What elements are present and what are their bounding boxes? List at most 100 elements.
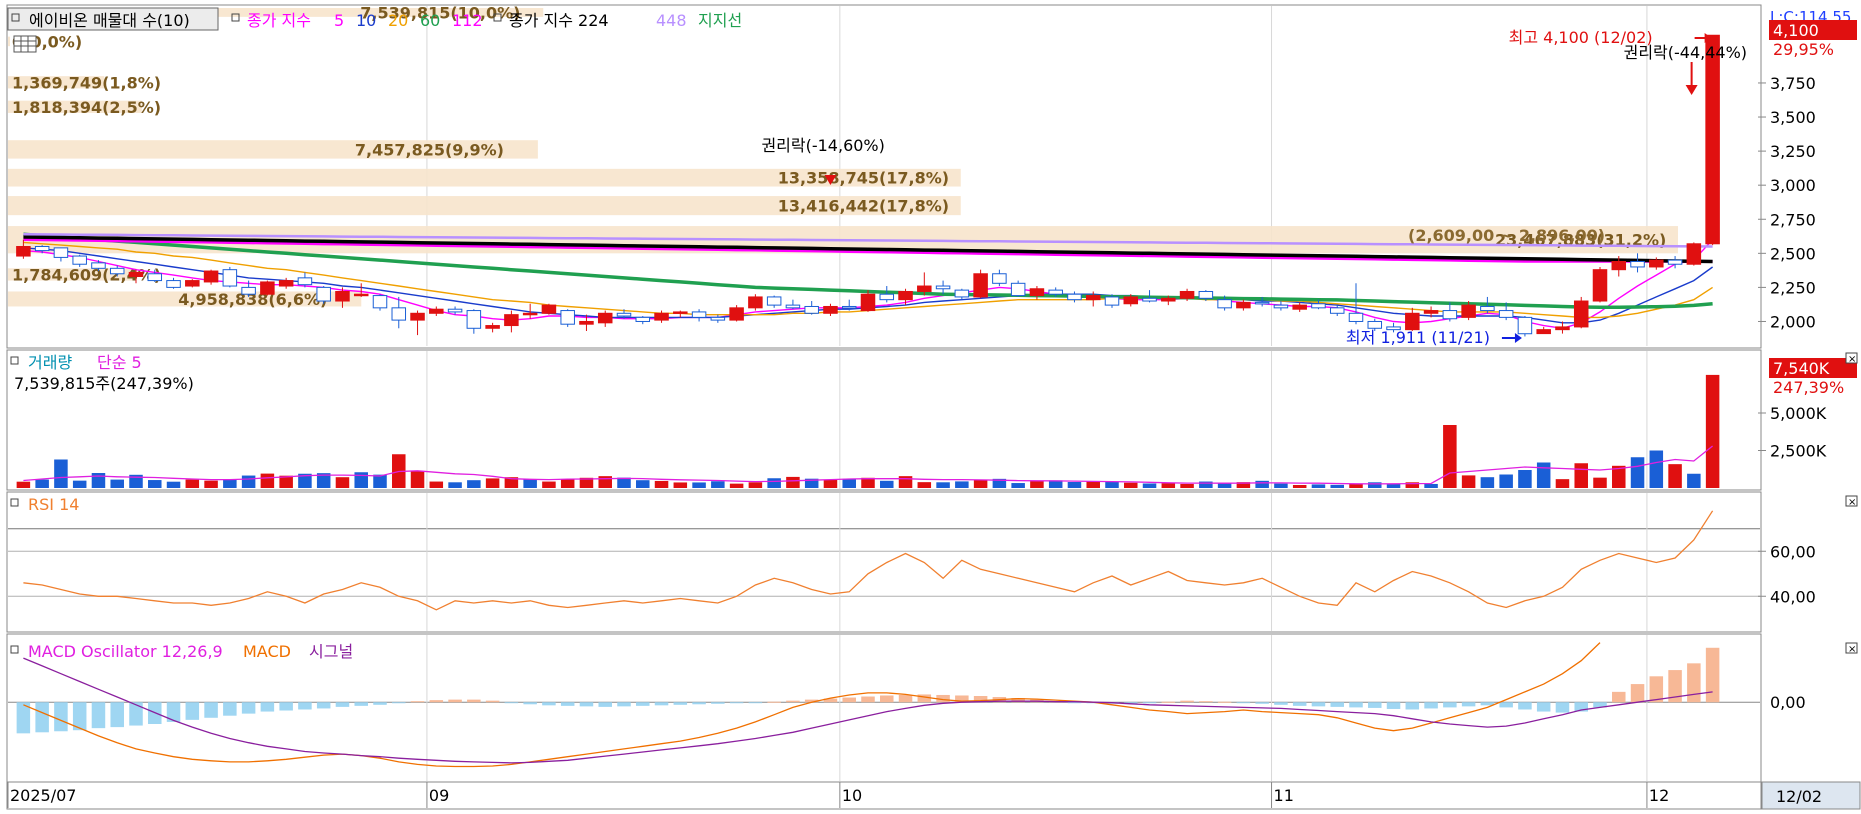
volume-bar <box>148 480 162 488</box>
volume-bar <box>560 479 575 488</box>
rsi-title: RSI 14 <box>28 495 79 514</box>
macd-oscillator-bar <box>373 702 387 705</box>
price-tick-label: 2,250 <box>1770 278 1816 297</box>
macd-oscillator-bar <box>1687 663 1701 703</box>
macd-oscillator-bar <box>1292 702 1307 706</box>
volume-bar <box>598 476 612 488</box>
candle-body <box>729 307 744 321</box>
macd-oscillator-bar <box>185 702 200 720</box>
rsi-close-icon[interactable]: × <box>1845 495 1858 508</box>
volume-bar <box>1499 474 1513 488</box>
macd-oscillator-bar <box>392 702 406 704</box>
candle-body <box>410 312 425 321</box>
chart-title: 에이비온 매물대 수(10) <box>29 11 190 30</box>
macd-oscillator-bar <box>1630 684 1645 703</box>
candle-body <box>260 281 275 295</box>
candle-body <box>560 310 575 325</box>
candle-body <box>654 312 669 321</box>
macd-close-icon[interactable]: × <box>1845 642 1858 655</box>
macd-oscillator-bar <box>260 702 275 712</box>
volume-bar <box>485 478 500 488</box>
candle-body <box>1480 305 1495 312</box>
candle-body <box>1329 307 1345 314</box>
volume-bar <box>1086 481 1100 488</box>
volume-bar <box>636 480 650 488</box>
candle-body <box>447 308 463 313</box>
rsi-panel[interactable]: 60,00 40,00 RSI 14 × <box>6 491 1858 633</box>
last-price-label: 4,100 <box>1773 21 1819 40</box>
candle-body <box>466 310 482 329</box>
macd-oscillator-bar <box>917 694 932 703</box>
macd-oscillator-bar <box>711 702 725 704</box>
candle-body <box>860 293 876 312</box>
candle-body <box>391 307 407 321</box>
volume-bar <box>917 482 932 488</box>
candle-body <box>1517 316 1533 335</box>
macd-oscillator-bar <box>204 702 218 718</box>
candle-body <box>1423 310 1439 314</box>
macd-oscillator-bar <box>880 695 894 703</box>
volume-bar <box>955 481 969 488</box>
x-tick-label: 10 <box>842 786 862 805</box>
macd-oscillator-bar <box>898 694 913 703</box>
svg-text:×: × <box>1848 497 1856 508</box>
macd-oscillator-bar <box>467 699 481 703</box>
volume-bar <box>542 481 556 488</box>
legend-item: 112 <box>452 11 483 30</box>
volume-bar <box>898 476 913 488</box>
candle-body <box>1273 304 1289 309</box>
volume-bar <box>1142 483 1157 488</box>
candle-body <box>597 312 613 324</box>
macd-oscillator-bar <box>91 702 106 729</box>
volume-bar <box>335 477 350 488</box>
volume-bar <box>373 474 387 488</box>
macd-oscillator-bar <box>1217 701 1232 703</box>
macd-oscillator-bar <box>1386 702 1401 709</box>
candle-body <box>1311 303 1326 309</box>
candle-body <box>1123 296 1139 305</box>
candle-body <box>879 293 895 301</box>
price-panel[interactable]: 7,539,815(10,0%)0(0,0%)1,369,749(1,8%)1,… <box>6 3 1857 349</box>
candle-body <box>1611 261 1627 271</box>
volume-bar <box>786 476 800 488</box>
volume-bar <box>467 480 481 488</box>
candle-body <box>1705 34 1720 245</box>
candle-body <box>673 311 688 314</box>
candle-body <box>973 273 988 298</box>
volume-close-icon[interactable]: × <box>1845 352 1858 365</box>
volume-bar <box>823 479 838 488</box>
macd-oscillator-bar <box>654 702 669 706</box>
current-date: 12/02 <box>1776 787 1822 806</box>
volume-panel[interactable]: 5,000K 2,500K 거래량 단순 5 7,539,815주(247,39%… <box>6 349 1858 491</box>
macd-panel[interactable]: 0,00 MACD Oscillator 12,26,9 MACD 시그널 × <box>6 633 1858 783</box>
macd-oscillator-bar <box>1311 702 1326 707</box>
macd-oscillator-bar <box>1705 647 1720 703</box>
volume-last-label: 7,540K <box>1773 359 1830 378</box>
macd-oscillator-bar <box>1443 702 1457 708</box>
volume-ma-label: 단순 5 <box>97 353 142 372</box>
volume-last-pct: 247,39% <box>1773 378 1844 397</box>
volume-profile-bar <box>8 36 10 47</box>
macd-y-axis: 0,00 <box>1770 693 1806 712</box>
table-icon[interactable] <box>13 35 37 53</box>
volume-bar <box>692 482 706 488</box>
macd-oscillator-bar <box>335 702 350 707</box>
volume-bar <box>1292 485 1307 488</box>
macd-oscillator-bar <box>1405 702 1420 710</box>
svg-text:×: × <box>1848 354 1856 365</box>
chart-canvas[interactable]: 7,539,815(10,0%)0(0,0%)1,369,749(1,8%)1,… <box>0 0 1861 810</box>
macd-oscillator-bar <box>129 702 143 726</box>
volume-bar <box>1424 483 1438 488</box>
volume-bar <box>842 478 856 488</box>
volume-bar <box>1443 425 1457 488</box>
candle-body <box>128 271 144 277</box>
volume-bar <box>1217 483 1232 488</box>
candle-body <box>1217 299 1232 309</box>
candle-body <box>935 285 951 290</box>
macd-oscillator-bar <box>1612 691 1626 703</box>
macd-oscillator-bar <box>1499 702 1513 708</box>
x-tick-label: 09 <box>429 786 449 805</box>
volume-bar <box>1536 462 1551 488</box>
volume-bar <box>35 479 49 488</box>
volume-bar <box>260 473 275 488</box>
